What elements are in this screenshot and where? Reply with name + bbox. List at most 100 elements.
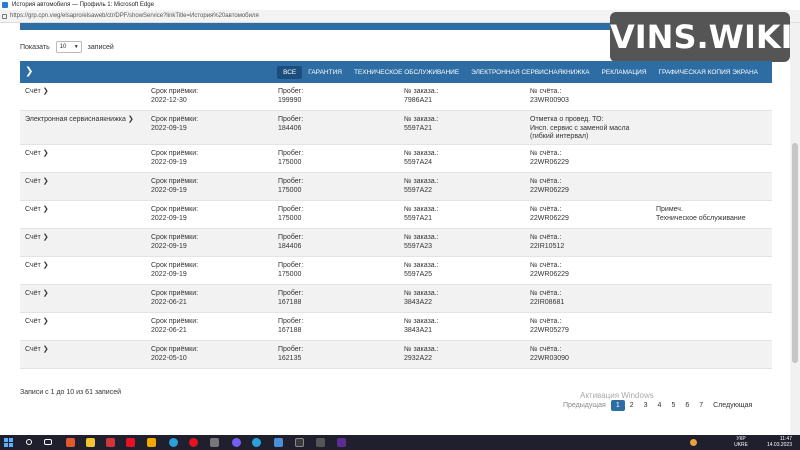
tab-1[interactable]: ГАРАНТИЯ	[302, 66, 348, 79]
date-value: 2022-09-19	[151, 214, 187, 222]
pager-page-button[interactable]: 5	[666, 400, 680, 411]
table-row: Электронная сервиснаякнижка ❯ Срок приёмки…	[20, 111, 772, 145]
row-mileage: Пробег: 175000	[278, 178, 303, 195]
order-label: № заказа.:	[404, 88, 439, 95]
pager-page-button[interactable]: 1	[610, 400, 625, 411]
invoice-label: № счёта.:	[530, 290, 562, 297]
edge-taskbar-icon[interactable]	[169, 438, 178, 447]
app-icon-6[interactable]	[274, 438, 283, 447]
row-type-link[interactable]: Счёт ❯	[25, 290, 49, 299]
pager-page-button[interactable]: 4	[653, 400, 667, 411]
order-value: 3843A21	[404, 326, 433, 334]
clock[interactable]: 11:47 14.03.2023	[767, 436, 792, 448]
weather-icon[interactable]	[690, 439, 697, 446]
date-label: Срок приёмки:	[151, 318, 199, 325]
language-indicator[interactable]: УКР UKRE	[734, 436, 748, 448]
app-icon-9[interactable]	[337, 438, 346, 447]
invoice-label: № счёта.:	[530, 262, 562, 269]
order-value: 5597A22	[404, 186, 433, 194]
app-icon-3[interactable]	[126, 438, 135, 447]
row-type-link[interactable]: Счёт ❯	[25, 234, 49, 243]
invoice-value: 22WR05279	[530, 326, 569, 334]
scrollbar-thumb[interactable]	[792, 143, 798, 363]
search-icon[interactable]	[26, 439, 32, 445]
expand-arrow-icon[interactable]: ❯	[25, 66, 33, 77]
table-info: Записи с 1 до 10 из 61 записей	[20, 389, 122, 396]
date-label: Срок приёмки:	[151, 150, 199, 157]
row-mileage: Пробег: 175000	[278, 150, 303, 167]
entries-select[interactable]: 10 ▼	[55, 41, 82, 53]
opera-icon[interactable]	[189, 438, 198, 447]
page-scrollbar[interactable]	[790, 23, 800, 435]
file-explorer-icon[interactable]	[86, 438, 95, 447]
lock-icon	[2, 14, 7, 19]
task-view-icon[interactable]	[44, 439, 52, 445]
row-mileage: Пробег: 162135	[278, 346, 303, 363]
row-type-link[interactable]: Счёт ❯	[25, 206, 49, 215]
app-icon-1[interactable]	[66, 438, 75, 447]
row-order: № заказа.: 5597A22	[404, 178, 439, 195]
chevron-right-icon: ❯	[42, 318, 49, 325]
row-order: № заказа.: 3843A22	[404, 290, 439, 307]
row-type-link[interactable]: Счёт ❯	[25, 178, 49, 187]
app-icon-8[interactable]	[316, 438, 325, 447]
row-type-link[interactable]: Счёт ❯	[25, 262, 49, 271]
app-icon-4[interactable]	[147, 438, 156, 447]
row-type-label: Счёт	[25, 206, 41, 213]
row-date: Срок приёмки: 2022-09-19	[151, 178, 198, 195]
pager-page-button[interactable]: 6	[680, 400, 694, 411]
address-url[interactable]: https://grp.cpn.vwg/elsapro/elsaweb/ctr/…	[10, 13, 259, 19]
row-date: Срок приёмки: 2022-05-10	[151, 346, 198, 363]
chevron-right-icon: ❯	[42, 346, 49, 353]
telegram-icon[interactable]	[252, 438, 261, 447]
invoice-value: 22WR06229	[530, 270, 569, 278]
mileage-value: 184406	[278, 242, 302, 250]
show-label: Показать	[20, 43, 50, 51]
date-label: Срок приёмки:	[151, 290, 199, 297]
viber-icon[interactable]	[232, 438, 241, 447]
invoice-value: 22IR10512	[530, 242, 565, 250]
order-value: 5597A24	[404, 158, 433, 166]
tab-4[interactable]: РЕКЛАМАЦИЯ	[596, 66, 653, 79]
app-icon-7[interactable]	[295, 438, 304, 447]
mileage-label: Пробег:	[278, 346, 304, 353]
invoice-value: 23WR00903	[530, 96, 569, 104]
mileage-value: 184406	[278, 124, 302, 132]
pager-page-button[interactable]: 3	[639, 400, 653, 411]
order-value: 5597A21	[404, 214, 433, 222]
tab-5[interactable]: ГРАФИЧЕСКАЯ КОПИЯ ЭКРАНА	[653, 66, 764, 79]
tab-0[interactable]: ВСЕ	[277, 66, 303, 79]
date-value: 2022-09-19	[151, 158, 187, 166]
mileage-label: Пробег:	[278, 150, 304, 157]
order-value: 5597A23	[404, 242, 433, 250]
mileage-value: 199990	[278, 96, 302, 104]
invoice-value: 22WR06229	[530, 186, 569, 194]
invoice-label: № счёта.:	[530, 150, 562, 157]
windows-start-icon[interactable]	[4, 438, 13, 447]
row-type-link[interactable]: Электронная сервиснаякнижка ❯	[25, 116, 134, 125]
edge-icon	[2, 2, 8, 8]
app-icon-5[interactable]	[210, 438, 219, 447]
tab-2[interactable]: ТЕХНИЧЕСКОЕ ОБСЛУЖИВАНИЕ	[348, 66, 465, 79]
date-label: Срок приёмки:	[151, 88, 199, 95]
pager-next-button[interactable]: Следующая	[708, 400, 757, 411]
pager-page-button[interactable]: 2	[625, 400, 639, 411]
row-type-link[interactable]: Счёт ❯	[25, 150, 49, 159]
pager-prev-button[interactable]: Предыдущая	[558, 400, 611, 411]
mileage-value: 175000	[278, 270, 302, 278]
date-value: 2022-09-19	[151, 242, 187, 250]
taskbar: УКР UKRE 11:47 14.03.2023	[0, 435, 800, 450]
invoice-label: № счёта.:	[530, 178, 562, 185]
row-type-link[interactable]: Счёт ❯	[25, 88, 49, 97]
app-icon-2[interactable]	[106, 438, 115, 447]
row-type-link[interactable]: Счёт ❯	[25, 318, 49, 327]
row-order: № заказа.: 2932A22	[404, 346, 439, 363]
date-label: Срок приёмки:	[151, 346, 199, 353]
tab-3[interactable]: ЭЛЕКТРОННАЯ СЕРВИСНАЯКНИЖКА	[465, 66, 595, 79]
filter-tabs-bar: ❯ ВСЕ ГАРАНТИЯ ТЕХНИЧЕСКОЕ ОБСЛУЖИВАНИЕ ЭЛЕ…	[20, 61, 772, 83]
pager-page-button[interactable]: 7	[694, 400, 708, 411]
language-bottom: UKRE	[734, 441, 748, 448]
row-type-link[interactable]: Счёт ❯	[25, 346, 49, 355]
table-row: Счёт ❯ Срок приёмки: 2022-05-10 Пробег: 16213…	[20, 341, 772, 369]
order-label: № заказа.:	[404, 346, 439, 353]
